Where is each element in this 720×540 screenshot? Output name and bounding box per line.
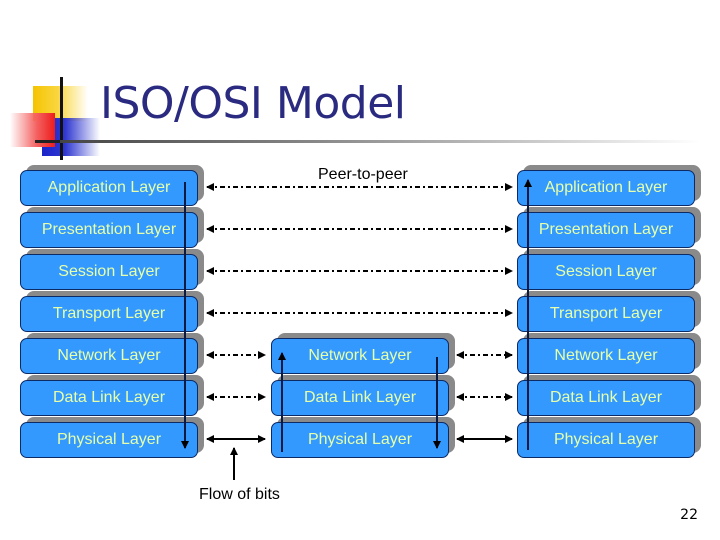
layer-label: Data Link Layer	[20, 380, 198, 416]
middle-network-layer: Network Layer	[271, 333, 455, 374]
flow-of-bits-label: Flow of bits	[199, 486, 280, 503]
right-physical-layer: Physical Layer	[517, 417, 701, 458]
left-data-link-layer: Data Link Layer	[20, 375, 204, 416]
logo-vertical-line	[60, 77, 63, 160]
layer-label: Data Link Layer	[517, 380, 695, 416]
right-data-link-layer: Data Link Layer	[517, 375, 701, 416]
page-number: 22	[680, 507, 698, 523]
layer-label: Application Layer	[517, 170, 695, 206]
middle-physical-layer: Physical Layer	[271, 417, 455, 458]
layer-label: Network Layer	[271, 338, 449, 374]
layer-label: Transport Layer	[20, 296, 198, 332]
right-application-layer: Application Layer	[517, 165, 701, 206]
left-network-layer: Network Layer	[20, 333, 204, 374]
middle-data-link-layer: Data Link Layer	[271, 375, 455, 416]
layer-label: Presentation Layer	[20, 212, 198, 248]
layer-label: Physical Layer	[20, 422, 198, 458]
layer-label: Presentation Layer	[517, 212, 695, 248]
right-transport-layer: Transport Layer	[517, 291, 701, 332]
layer-label: Network Layer	[20, 338, 198, 374]
layer-label: Network Layer	[517, 338, 695, 374]
title-underline	[60, 140, 700, 143]
left-presentation-layer: Presentation Layer	[20, 207, 204, 248]
left-session-layer: Session Layer	[20, 249, 204, 290]
layer-label: Application Layer	[20, 170, 198, 206]
peer-to-peer-label: Peer-to-peer	[318, 166, 408, 183]
layer-label: Transport Layer	[517, 296, 695, 332]
layer-label: Session Layer	[20, 254, 198, 290]
slide-logo-decoration	[0, 0, 110, 170]
right-network-layer: Network Layer	[517, 333, 701, 374]
slide-title: ISO/OSI Model	[100, 78, 406, 129]
left-application-layer: Application Layer	[20, 165, 204, 206]
layer-label: Data Link Layer	[271, 380, 449, 416]
left-transport-layer: Transport Layer	[20, 291, 204, 332]
layer-label: Session Layer	[517, 254, 695, 290]
right-session-layer: Session Layer	[517, 249, 701, 290]
layer-label: Physical Layer	[517, 422, 695, 458]
left-physical-layer: Physical Layer	[20, 417, 204, 458]
layer-label: Physical Layer	[271, 422, 449, 458]
right-presentation-layer: Presentation Layer	[517, 207, 701, 248]
